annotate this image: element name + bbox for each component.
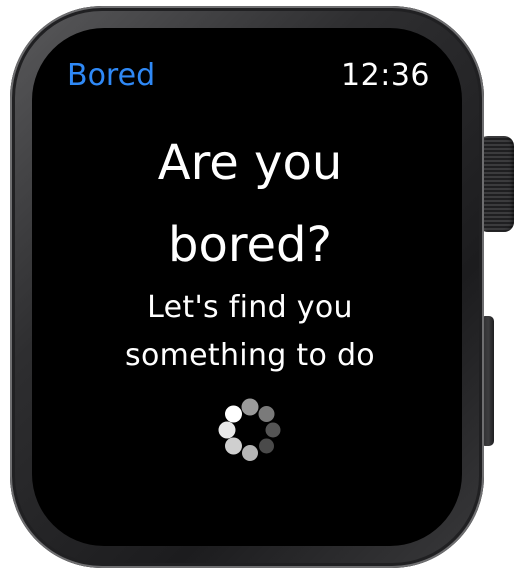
spinner-dot	[265, 422, 281, 438]
status-bar: Bored 12:36	[32, 56, 442, 96]
spinner-dot	[258, 406, 275, 422]
watch-screen: Bored 12:36 Are you bored? Let's find yo…	[32, 32, 442, 530]
watch-device: Bored 12:36 Are you bored? Let's find yo…	[0, 0, 518, 574]
spinner-dot	[225, 437, 242, 455]
loading-spinner-icon	[218, 398, 281, 461]
subtitle-line-1: Let's find you	[147, 290, 353, 325]
app-title[interactable]: Bored	[67, 56, 155, 96]
spinner-dot	[242, 445, 258, 461]
spinner-dot	[218, 421, 236, 439]
headline-line-1: Are you	[157, 135, 343, 191]
headline-line-2: bored?	[168, 217, 332, 273]
clock-time: 12:36	[341, 58, 430, 93]
spinner-dot	[241, 398, 259, 416]
spinner-dot	[225, 405, 242, 423]
spinner-dot	[259, 438, 274, 454]
headline: Are you bored?	[32, 122, 468, 286]
subtitle: Let's find you something to do	[32, 284, 468, 380]
subtitle-line-2: something to do	[125, 338, 375, 373]
